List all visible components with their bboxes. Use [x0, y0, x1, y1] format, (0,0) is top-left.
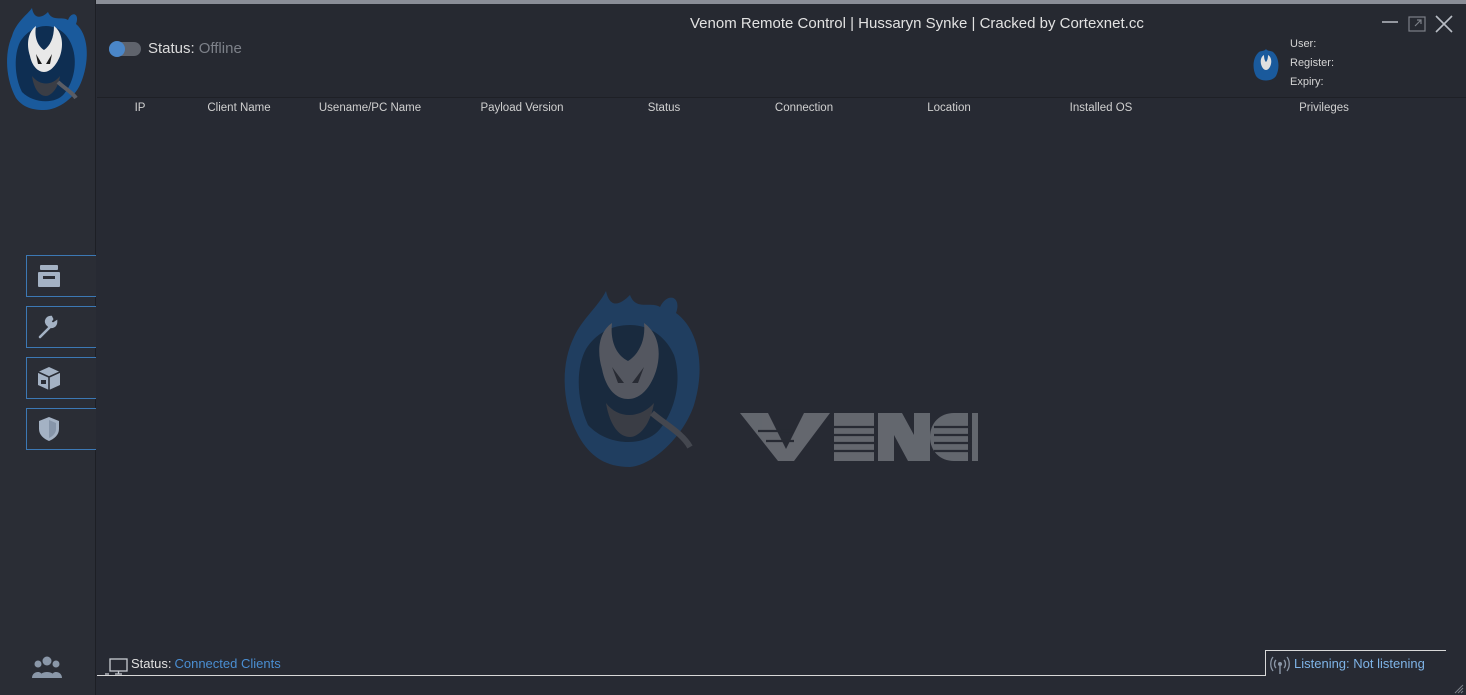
user-info: User: Register: Expiry: — [1290, 35, 1334, 92]
listening-status: Listening: Not listening — [1294, 656, 1425, 671]
sidebar — [0, 0, 96, 695]
resize-grip-icon[interactable] — [1454, 684, 1464, 694]
toggle-knob — [109, 41, 125, 57]
column-header-connection[interactable]: Connection — [775, 102, 833, 114]
sidebar-item-security[interactable] — [26, 408, 96, 450]
column-header-ip[interactable]: IP — [135, 102, 146, 114]
minimize-icon[interactable] — [1380, 14, 1400, 34]
listener-status: Listening: Not listening — [1265, 650, 1446, 676]
column-header-privileges[interactable]: Privileges — [1299, 102, 1349, 114]
package-icon — [37, 367, 61, 390]
sidebar-item-builder[interactable] — [26, 357, 96, 399]
server-status-label: Status: — [148, 40, 195, 57]
clients-status-value: Connected Clients — [174, 656, 281, 671]
column-header-payload-version[interactable]: Payload Version — [480, 102, 563, 114]
maximize-icon[interactable] — [1407, 14, 1427, 34]
statusbar: Status: Connected Clients Listening: Not … — [97, 646, 1466, 695]
clients-table-header: IP Client Name Usename/PC Name Payload V… — [97, 99, 1466, 119]
user-avatar — [1253, 49, 1279, 81]
server-status-value: Offline — [198, 40, 242, 57]
inbox-icon — [38, 265, 60, 287]
antenna-icon — [1270, 656, 1290, 674]
expiry-label: Expiry: — [1290, 76, 1324, 88]
clients-status: Status: Connected Clients — [97, 654, 1265, 676]
venom-watermark — [564, 291, 978, 467]
sidebar-item-clients[interactable] — [26, 255, 96, 297]
clients-status-text: Status: Connected Clients — [131, 656, 281, 671]
shield-icon — [39, 417, 59, 441]
column-header-status[interactable]: Status — [648, 102, 681, 114]
server-status: Status: Offline — [148, 40, 242, 57]
monitor-icon — [105, 658, 128, 675]
venom-logo — [7, 8, 87, 110]
users-icon[interactable] — [32, 654, 62, 680]
column-header-username[interactable]: Usename/PC Name — [319, 102, 421, 114]
close-icon[interactable] — [1434, 14, 1454, 34]
clients-status-label: Status: — [131, 656, 172, 671]
sidebar-item-tools[interactable] — [26, 306, 96, 348]
wrench-icon — [38, 315, 58, 339]
header: Status: Offline Venom Remote Control | Hu… — [97, 4, 1466, 98]
column-header-client-name[interactable]: Client Name — [207, 102, 270, 114]
column-header-installed-os[interactable]: Installed OS — [1070, 102, 1133, 114]
column-header-location[interactable]: Location — [927, 102, 970, 114]
server-toggle[interactable] — [109, 41, 141, 57]
user-label: User: — [1290, 38, 1317, 50]
register-label: Register: — [1290, 57, 1335, 69]
window-title: Venom Remote Control | Hussaryn Synke | … — [690, 15, 1144, 32]
